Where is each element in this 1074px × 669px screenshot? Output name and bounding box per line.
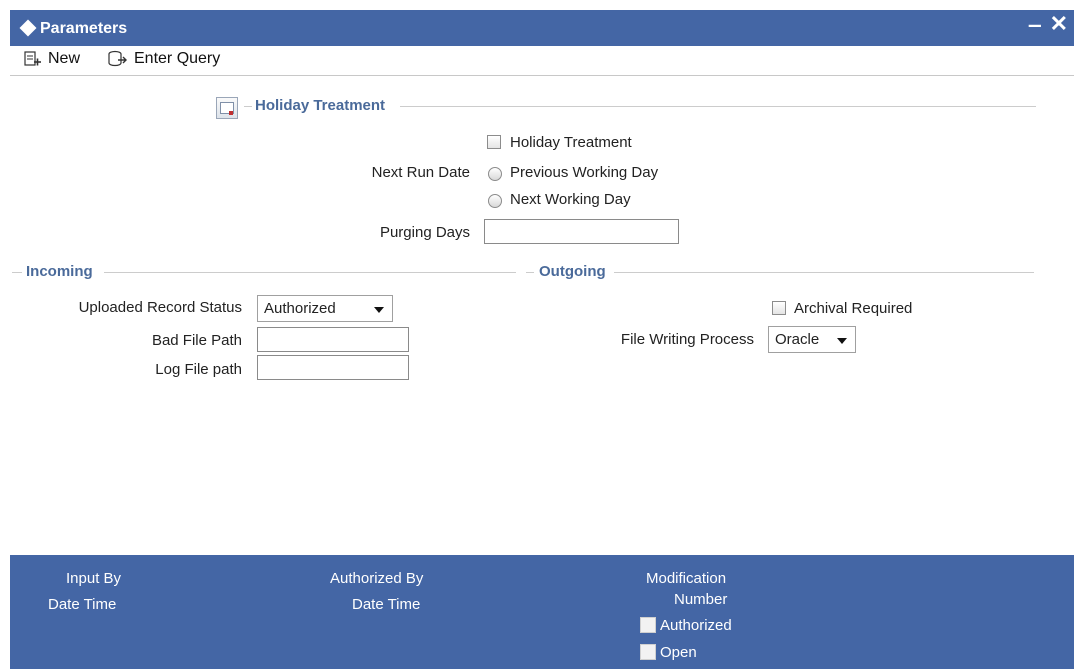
bad-file-path-input[interactable]: [257, 327, 409, 352]
divider: [526, 272, 534, 273]
new-icon: [24, 51, 41, 66]
enter-query-icon: [108, 50, 127, 67]
archival-required-checkbox[interactable]: [772, 301, 786, 315]
authorized-checkbox[interactable]: [640, 617, 656, 633]
divider: [12, 272, 22, 273]
previous-working-day-label: Previous Working Day: [510, 164, 659, 181]
holiday-section-title: Holiday Treatment: [255, 97, 386, 114]
file-writing-process-select[interactable]: Oracle: [768, 326, 856, 353]
purging-days-input[interactable]: [484, 219, 679, 244]
previous-working-day-radio[interactable]: [488, 167, 502, 181]
holiday-treatment-label: Holiday Treatment: [510, 134, 632, 151]
authorized-status-label: Authorized: [660, 617, 732, 634]
file-writing-process-value: Oracle: [775, 331, 820, 348]
open-status-label: Open: [660, 644, 697, 661]
next-run-date-label: Next Run Date: [371, 164, 470, 181]
log-file-path-label: Log File path: [155, 361, 242, 378]
enter-query-label: Enter Query: [134, 50, 221, 67]
archival-required-label: Archival Required: [794, 300, 913, 317]
enter-query-button[interactable]: Enter Query: [108, 50, 220, 68]
next-working-day-label: Next Working Day: [510, 191, 631, 208]
new-button[interactable]: New: [24, 50, 80, 68]
divider: [244, 106, 252, 107]
modification-number-label: Number: [674, 591, 728, 608]
input-date-time-label: Date Time: [48, 596, 117, 613]
title-bar: Parameters ‒ ✕: [10, 10, 1074, 46]
window-title: Parameters: [40, 20, 128, 37]
authorized-by-label: Authorized By: [330, 570, 424, 587]
chevron-down-icon: [374, 307, 384, 313]
log-file-path-input[interactable]: [257, 355, 409, 380]
section-collapse-icon[interactable]: [216, 97, 238, 119]
next-working-day-radio[interactable]: [488, 194, 502, 208]
window-diamond-icon: [19, 19, 37, 37]
bad-file-path-label: Bad File Path: [151, 332, 242, 349]
file-writing-process-label: File Writing Process: [620, 331, 754, 348]
divider: [400, 106, 1036, 107]
chevron-down-icon: [837, 338, 847, 344]
open-checkbox[interactable]: [640, 644, 656, 660]
purging-days-label: Purging Days: [379, 224, 470, 241]
incoming-section-title: Incoming: [26, 263, 93, 280]
holiday-treatment-checkbox[interactable]: [487, 135, 501, 149]
modification-label: Modification: [646, 570, 727, 587]
toolbar: New Enter Query: [10, 46, 1074, 76]
audit-footer: Input By Date Time Authorized By Date Ti…: [10, 555, 1074, 669]
divider: [104, 272, 516, 273]
uploaded-record-status-value: Authorized: [264, 300, 336, 317]
uploaded-record-status-label: Uploaded Record Status: [78, 299, 242, 316]
outgoing-section-title: Outgoing: [539, 263, 606, 280]
authorized-date-time-label: Date Time: [352, 596, 421, 613]
input-by-label: Input By: [66, 570, 122, 587]
close-icon[interactable]: ✕: [1050, 11, 1068, 37]
uploaded-record-status-select[interactable]: Authorized: [257, 295, 393, 322]
new-label: New: [48, 50, 81, 67]
divider: [614, 272, 1034, 273]
minimize-icon[interactable]: ‒: [1029, 12, 1041, 38]
